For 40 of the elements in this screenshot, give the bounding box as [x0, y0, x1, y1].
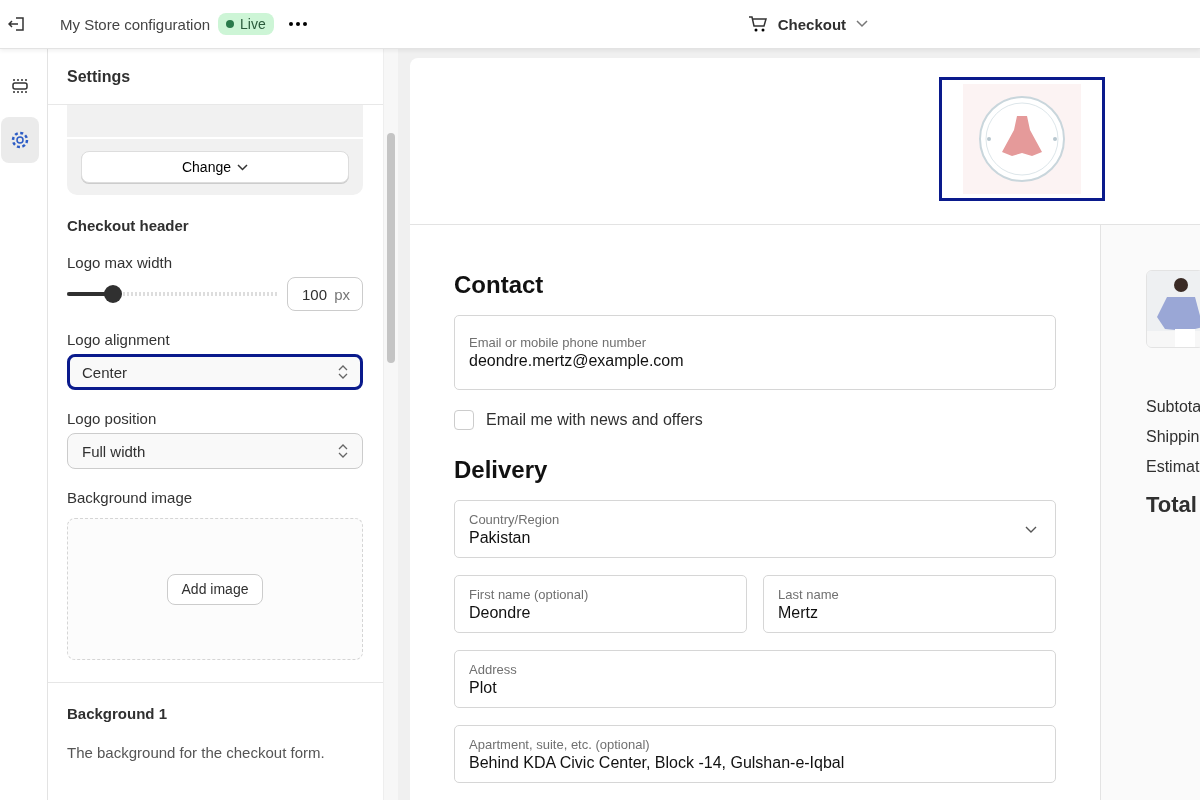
- select-arrows-icon: [338, 444, 348, 458]
- slider-thumb[interactable]: [104, 285, 123, 303]
- width-input[interactable]: 100 px: [287, 277, 363, 311]
- field-label: Background image: [67, 489, 194, 506]
- contact-heading: Contact: [454, 271, 545, 299]
- summary-label: Shippin: [1146, 428, 1200, 446]
- section-description: The background for the checkout form.: [67, 744, 326, 761]
- add-image-button[interactable]: Add image: [166, 573, 264, 605]
- newsletter-checkbox[interactable]: [454, 410, 474, 430]
- text-field[interactable]: Apartment, suite, etc. (optional) Behind KDA Civic Center, Block -14, Gulshan-e-Iqbal: [454, 725, 1056, 783]
- email-field[interactable]: Email or mobile phone number deondre.mertz@example.com: [454, 315, 1056, 390]
- field-label: Logo position: [67, 410, 158, 427]
- checkbox-label: Email me with news and offers: [486, 411, 703, 429]
- settings-icon[interactable]: [0, 117, 39, 163]
- cart-icon: [747, 15, 768, 33]
- more-icon[interactable]: [287, 21, 308, 27]
- select-field[interactable]: Full width: [67, 433, 363, 469]
- select-field[interactable]: Center: [67, 354, 363, 390]
- text-field[interactable]: First name (optional) Deondre: [454, 575, 747, 633]
- text-field[interactable]: Last name Mertz: [763, 575, 1056, 633]
- delivery-heading: Delivery: [454, 456, 549, 484]
- text-field[interactable]: Address Plot: [454, 650, 1056, 708]
- settings-title: Settings: [67, 67, 131, 86]
- summary-label: Estimat: [1146, 458, 1200, 476]
- exit-icon[interactable]: [8, 16, 26, 32]
- store-title: My Store configuration: [60, 15, 211, 33]
- country-select[interactable]: Country/Region Pakistan: [454, 500, 1056, 558]
- select-arrows-icon: [338, 365, 348, 379]
- scrollbar-thumb[interactable]: [387, 133, 395, 363]
- chevron-down-icon: [237, 163, 248, 171]
- section-title: Background 1: [67, 705, 169, 722]
- field-label: Logo max width: [67, 254, 174, 271]
- page-selector[interactable]: Checkout: [741, 14, 875, 34]
- total-label: Total: [1146, 492, 1198, 518]
- chevron-down-icon: [856, 20, 869, 28]
- chevron-down-icon: [1025, 526, 1037, 534]
- section-title: Checkout header: [67, 217, 190, 234]
- live-badge: Live: [218, 13, 274, 35]
- field-label: Logo alignment: [67, 331, 171, 348]
- change-button[interactable]: Change: [81, 151, 349, 183]
